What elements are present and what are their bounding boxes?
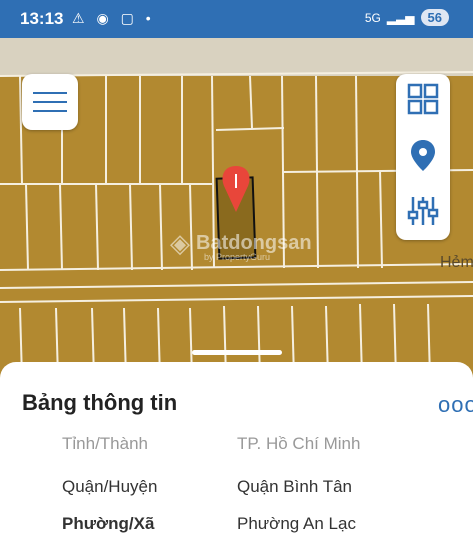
map-tool-panel xyxy=(396,74,450,240)
district-value: Quận Bình Tân xyxy=(237,477,352,496)
ward-label: Phường/Xã xyxy=(62,514,155,533)
map-view[interactable]: Hẻm ◈ Batdongsan by PropertyGuru xyxy=(0,38,473,378)
notification-icons: ⚠ ◉ ▢ • xyxy=(72,10,159,27)
ward-value: Phường An Lạc xyxy=(237,514,356,533)
status-time: 13:13 xyxy=(20,9,64,28)
province-value: TP. Hồ Chí Minh xyxy=(237,434,361,453)
messenger-icon: ◉ xyxy=(96,10,109,26)
battery-level: 56 xyxy=(420,9,449,26)
sheet-title: Bảng thông tin xyxy=(22,390,178,415)
zalo-icon: ▢ xyxy=(120,10,134,26)
signal-icon: ▂▃▅ xyxy=(386,10,415,25)
province-label: Tỉnh/Thành xyxy=(62,434,148,453)
more-options-icon[interactable]: ooo xyxy=(438,392,473,418)
road-label: Hẻm xyxy=(440,254,473,271)
watermark-logo-icon: ◈ xyxy=(170,228,190,258)
info-sheet: Bảng thông tin ooo Tỉnh/Thành TP. Hồ Chí… xyxy=(0,362,473,541)
grid-view-icon[interactable] xyxy=(406,82,440,116)
watermark: ◈ Batdongsan by PropertyGuru xyxy=(170,228,312,262)
warning-icon: ⚠ xyxy=(72,10,85,26)
filter-sliders-icon[interactable] xyxy=(406,194,440,228)
sheet-drag-handle[interactable] xyxy=(192,350,282,355)
location-icon[interactable] xyxy=(406,138,440,172)
network-type: 5G xyxy=(364,10,381,25)
menu-button[interactable] xyxy=(22,74,78,130)
status-right: 5G ▂▃▅ 56 xyxy=(365,9,449,26)
district-label: Quận/Huyện xyxy=(62,477,158,496)
status-bar: 13:13 ⚠ ◉ ▢ • 5G ▂▃▅ 56 xyxy=(0,0,473,38)
hamburger-icon xyxy=(33,92,67,94)
dot-icon: • xyxy=(145,10,151,26)
watermark-sub: by PropertyGuru xyxy=(204,252,271,262)
